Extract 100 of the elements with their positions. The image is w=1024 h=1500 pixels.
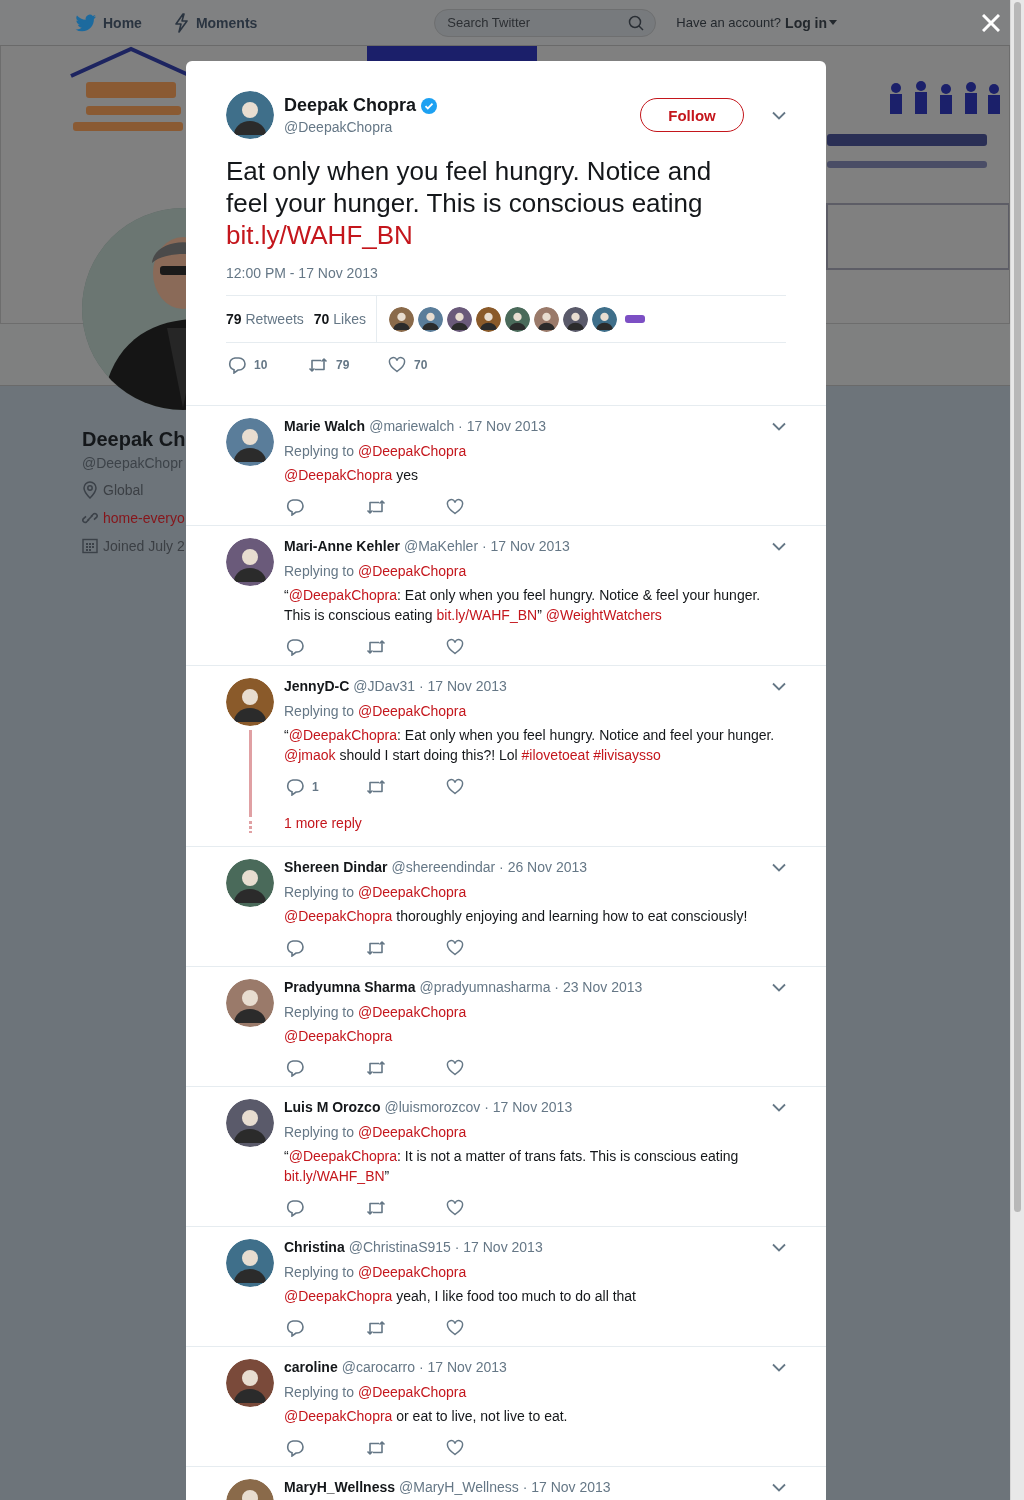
mention-link[interactable]: @jmaok (284, 747, 336, 763)
like-button[interactable]: 70 (386, 356, 466, 374)
more-replies-link[interactable]: 1 more reply (284, 813, 362, 833)
search-field[interactable]: Search Twitter (434, 8, 657, 37)
url-link[interactable]: bit.ly/WAHF_BN (436, 607, 538, 623)
mention-link[interactable]: @DeepakChopra (284, 467, 393, 483)
replying-to-text: Replying to @DeepakChopra (284, 1123, 468, 1142)
chevron-down-icon[interactable] (772, 1102, 786, 1112)
mention-link[interactable]: @DeepakChopra (357, 443, 467, 459)
reply-icon (286, 1199, 304, 1217)
mention-link[interactable]: @DeepakChopra (357, 703, 467, 719)
retweet-icon (366, 1059, 386, 1077)
avatar (226, 1099, 274, 1147)
like-icon (446, 939, 464, 957)
reply-author-name: JennyD-C (284, 678, 350, 694)
chevron-down-icon[interactable] (772, 681, 786, 691)
hashtag-link[interactable]: #ilovetoeat (521, 747, 590, 763)
reply-meta: @mariewalch · 17 Nov 2013 (369, 418, 547, 434)
chevron-down-icon[interactable] (772, 862, 786, 872)
link-icon (82, 510, 98, 526)
mention-link[interactable]: @DeepakChopra (284, 1408, 393, 1424)
reply-icon (286, 638, 304, 656)
replying-to-text: Replying to @DeepakChopra (284, 1383, 468, 1402)
like-icon (446, 1439, 464, 1457)
reply-meta: @JDav31 · 17 Nov 2013 (353, 678, 507, 694)
retweet-icon (366, 1199, 386, 1217)
retweet-icon (366, 638, 386, 656)
chevron-down-icon[interactable] (772, 1362, 786, 1372)
reply-icon (286, 1059, 304, 1077)
mention-link[interactable]: @DeepakChopra (357, 1124, 467, 1140)
reply-meta: @pradyumnasharma · 23 Nov 2013 (419, 979, 643, 995)
reply-text: @DeepakChopra yeah, I like food too much to do all that (284, 1287, 637, 1306)
url-link[interactable]: bit.ly/WAHF_BN (284, 1168, 385, 1184)
reply-meta: @ChristinaS915 · 17 Nov 2013 (348, 1239, 543, 1255)
mention-link[interactable]: @DeepakChopra (357, 563, 467, 579)
like-icon (446, 1199, 464, 1217)
reply-icon (286, 1319, 304, 1337)
replying-to-text: Replying to @DeepakChopra (284, 702, 468, 721)
reply-meta: @MaryH_Wellness · 17 Nov 2013 (399, 1479, 611, 1495)
chevron-down-icon[interactable] (772, 982, 786, 992)
replying-to-text: Replying to @DeepakChopra (284, 562, 468, 581)
nav-link[interactable]: Moments (195, 14, 258, 31)
account-prompt: Have an account? (676, 15, 782, 30)
mention-link[interactable]: @DeepakChopra (357, 884, 467, 900)
reply-icon (286, 498, 304, 516)
chevron-down-icon[interactable] (772, 1242, 786, 1252)
reply-button[interactable]: 1 (284, 778, 364, 796)
search-icon (628, 14, 645, 31)
replying-to-text: Replying to @DeepakChopra (284, 442, 468, 461)
retweet-icon (366, 1439, 386, 1457)
like-icon (446, 498, 464, 516)
retweet-icon (366, 939, 386, 957)
nav-link[interactable]: Home (103, 14, 142, 31)
replying-to-text: Replying to @DeepakChopra (284, 1263, 468, 1282)
reply-author-name: Pradyumna Sharma (284, 979, 416, 995)
retweet-icon (366, 1319, 386, 1337)
reply-author-name: Christina (284, 1239, 345, 1255)
avatar (226, 1359, 274, 1407)
caret-icon (829, 20, 838, 25)
mention-link[interactable]: @DeepakChopra (284, 1288, 393, 1304)
like-icon (388, 356, 406, 374)
avatar (226, 538, 274, 586)
avatar (226, 979, 274, 1027)
hashtag-link[interactable]: #livisaysso (593, 747, 661, 763)
reply-author-name: MaryH_Wellness (284, 1479, 395, 1495)
retweet-icon (366, 498, 386, 516)
mention-link[interactable]: @DeepakChopra (357, 1004, 467, 1020)
mention-link[interactable]: @DeepakChopra (284, 1028, 393, 1044)
reply-icon (286, 778, 304, 796)
login-link[interactable]: Log in (785, 14, 838, 31)
avatar (226, 1239, 274, 1287)
like-icon (446, 638, 464, 656)
reply-icon (286, 1439, 304, 1457)
like-icon (446, 1059, 464, 1077)
replying-to-text: Replying to @DeepakChopra (284, 883, 468, 902)
reply-text: @DeepakChopra thoroughly enjoying and learning how to eat consciously! (284, 907, 749, 926)
reply-meta: @luismorozcov · 17 Nov 2013 (384, 1099, 573, 1115)
reply-icon (228, 356, 246, 374)
replying-to-text: Replying to @DeepakChopra (284, 1003, 468, 1022)
bird-icon (75, 13, 97, 32)
mention-link[interactable]: @WeightWatchers (545, 607, 662, 623)
reply-button[interactable]: 10 (226, 356, 306, 374)
mention-link[interactable]: @DeepakChopra (357, 1264, 467, 1280)
avatar (226, 418, 274, 466)
reply-author-name: Mari-Anne Kehler (284, 538, 400, 554)
scrollbar[interactable] (1010, 0, 1024, 1500)
chevron-down-icon[interactable] (772, 1482, 786, 1492)
mention-link[interactable]: @DeepakChopra (357, 1384, 467, 1400)
reply-author-name: Luis M Orozco (284, 1099, 381, 1115)
close-button[interactable] (982, 13, 1000, 32)
avatar (226, 678, 274, 726)
reply-text: @DeepakChopra or eat to live, not live to eat. (284, 1407, 569, 1426)
mention-link[interactable]: @DeepakChopra (284, 908, 393, 924)
retweet-button[interactable]: 79 (306, 356, 386, 374)
chevron-down-icon[interactable] (772, 421, 786, 431)
like-icon (446, 1319, 464, 1337)
reply-text: “@DeepakChopra: It is not a matter of trans fats. This is conscious eating bit.ly/WAHF_BN” (284, 1147, 740, 1186)
close-icon (982, 13, 1000, 32)
reply-meta: @shereendindar · 26 Nov 2013 (391, 859, 588, 875)
chevron-down-icon[interactable] (772, 541, 786, 551)
